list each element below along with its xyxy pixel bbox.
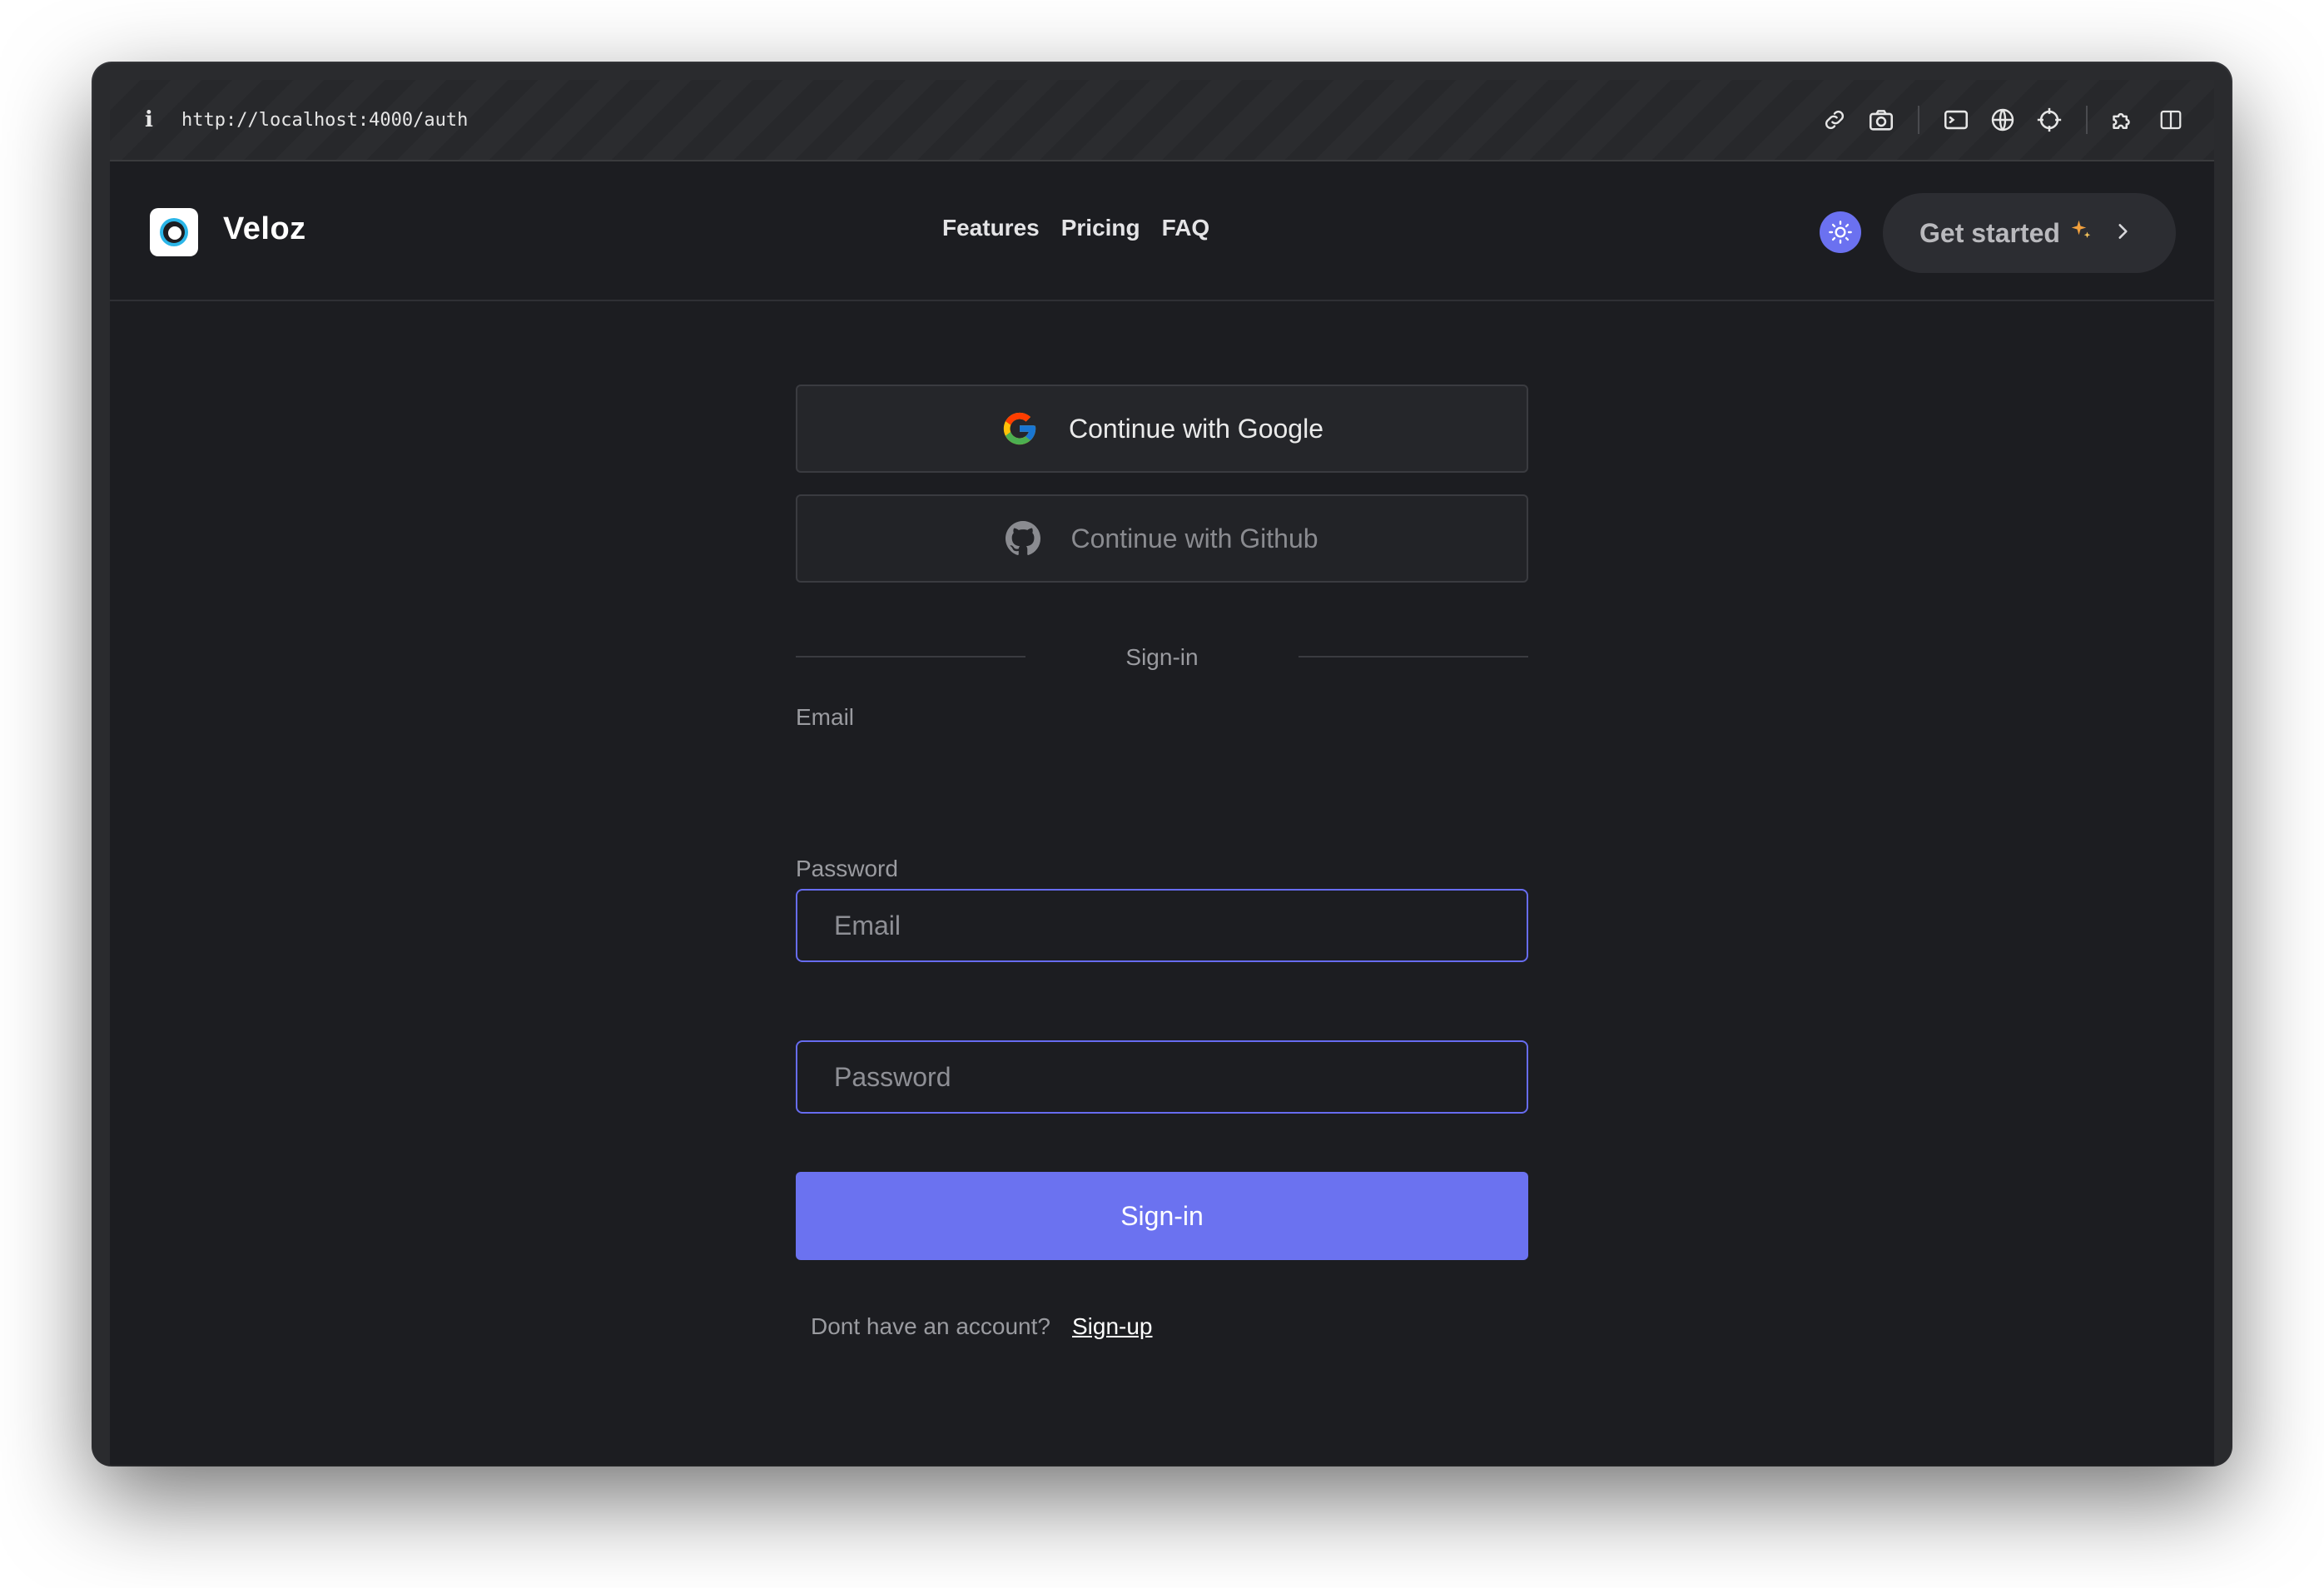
get-started-button[interactable]: Get started — [1883, 193, 2176, 273]
password-label: Password — [796, 856, 898, 881]
crosshair-icon[interactable] — [2026, 97, 2073, 143]
app-header: Veloz Features Pricing FAQ Get started — [110, 161, 2214, 301]
google-button-label: Continue with Google — [1069, 413, 1323, 444]
signup-prompt: Dont have an account? — [811, 1313, 1050, 1339]
toolbar-icons — [1811, 97, 2194, 143]
nav-features[interactable]: Features — [942, 215, 1040, 241]
nav-pricing[interactable]: Pricing — [1061, 215, 1140, 241]
camera-icon[interactable] — [1858, 97, 1904, 143]
nav-faq[interactable]: FAQ — [1162, 215, 1210, 241]
address-bar-url[interactable]: http://localhost:4000/auth — [181, 110, 468, 131]
github-button-label: Continue with Github — [1070, 523, 1318, 553]
brand-name[interactable]: Veloz — [223, 211, 306, 247]
continue-with-google-button[interactable]: Continue with Google — [796, 385, 1528, 473]
page: Veloz Features Pricing FAQ Get started C… — [110, 161, 2214, 1465]
sun-icon — [1829, 221, 1852, 244]
github-icon — [1006, 521, 1041, 556]
sparkle-icon — [2068, 217, 2093, 249]
split-view-icon[interactable] — [2148, 97, 2194, 143]
google-icon — [1001, 409, 1039, 448]
divider-label: Sign-in — [1125, 644, 1199, 670]
divider-line-right — [1299, 656, 1528, 658]
main-nav: Features Pricing FAQ — [942, 215, 1209, 241]
continue-with-github-button[interactable]: Continue with Github — [796, 494, 1528, 583]
info-icon[interactable]: i — [145, 107, 161, 132]
email-field[interactable] — [796, 889, 1528, 962]
globe-icon[interactable] — [1979, 97, 2026, 143]
sign-up-link[interactable]: Sign-up — [1072, 1313, 1153, 1340]
toolbar-separator — [1918, 106, 1919, 134]
theme-toggle-button[interactable] — [1820, 211, 1861, 253]
get-started-label: Get started — [1919, 217, 2060, 248]
extension-icon[interactable] — [2101, 97, 2148, 143]
toolbar-separator — [2086, 106, 2088, 134]
signup-row: Dont have an account? Sign-up — [811, 1313, 1153, 1340]
email-label: Email — [796, 704, 855, 730]
veloz-logo-icon[interactable] — [150, 208, 198, 256]
link-icon[interactable] — [1811, 97, 1858, 143]
sign-in-divider: Sign-in — [796, 639, 1528, 672]
browser-window: i http://localhost:4000/auth Veloz Featu… — [93, 63, 2231, 1465]
password-field[interactable] — [796, 1040, 1528, 1114]
browser-toolbar: i http://localhost:4000/auth — [110, 80, 2214, 161]
sign-in-button[interactable]: Sign-in — [796, 1172, 1528, 1260]
chevron-right-icon — [2112, 218, 2133, 249]
terminal-icon[interactable] — [1933, 97, 1979, 143]
